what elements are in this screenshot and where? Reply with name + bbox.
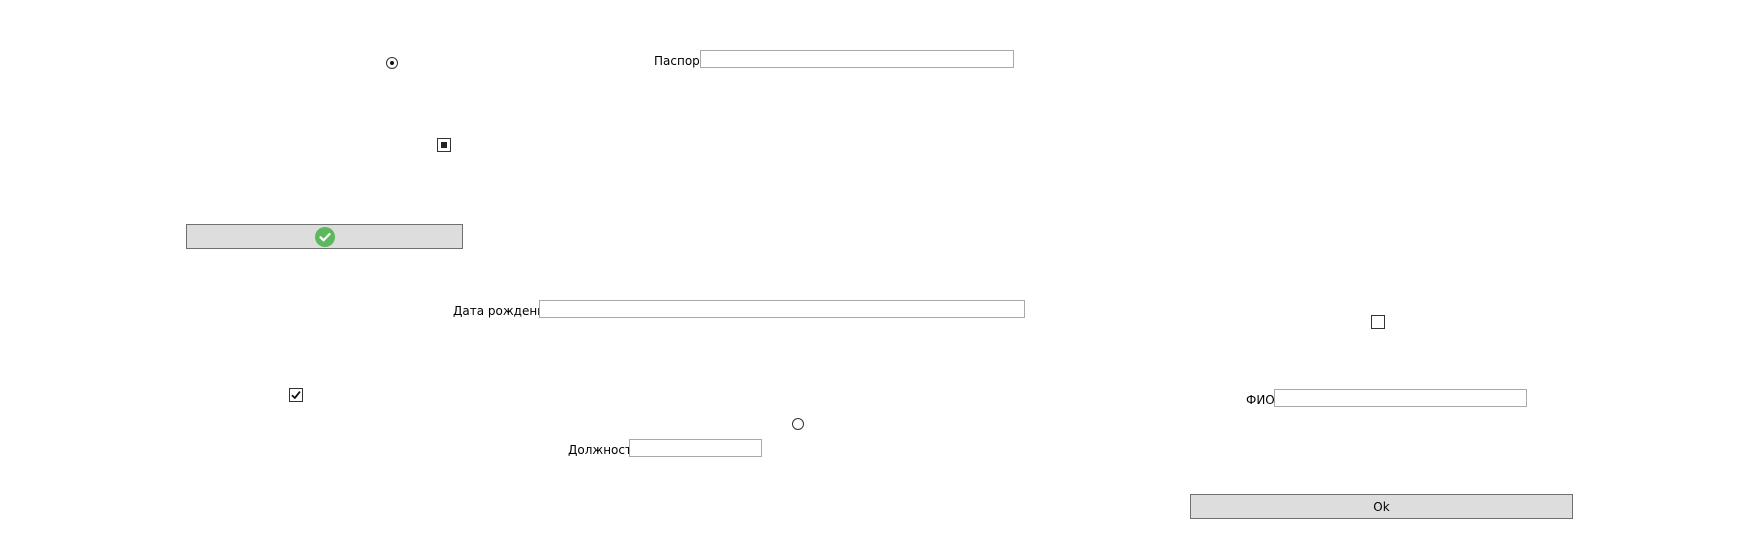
checkmark-icon xyxy=(291,391,301,399)
radio-selected-dot xyxy=(390,61,394,65)
confirm-button[interactable] xyxy=(186,224,463,249)
radio-button-top[interactable] xyxy=(386,57,398,69)
checkbox-indeterminate-fill xyxy=(441,142,447,148)
passport-label: Паспорт xyxy=(654,54,707,68)
check-circle-icon xyxy=(314,226,335,247)
checkbox-indeterminate[interactable] xyxy=(437,138,451,152)
birth-date-input[interactable] xyxy=(539,300,1025,318)
ok-button[interactable]: Ok xyxy=(1190,494,1573,519)
radio-button-bottom[interactable] xyxy=(792,418,804,430)
checkbox-checked[interactable] xyxy=(289,388,303,402)
checkbox-unchecked[interactable] xyxy=(1371,315,1385,329)
birth-date-label: Дата рождения xyxy=(453,304,553,318)
passport-input[interactable] xyxy=(700,50,1014,68)
position-input[interactable] xyxy=(629,439,762,457)
full-name-label: ФИО xyxy=(1246,393,1275,407)
full-name-input[interactable] xyxy=(1274,389,1527,407)
